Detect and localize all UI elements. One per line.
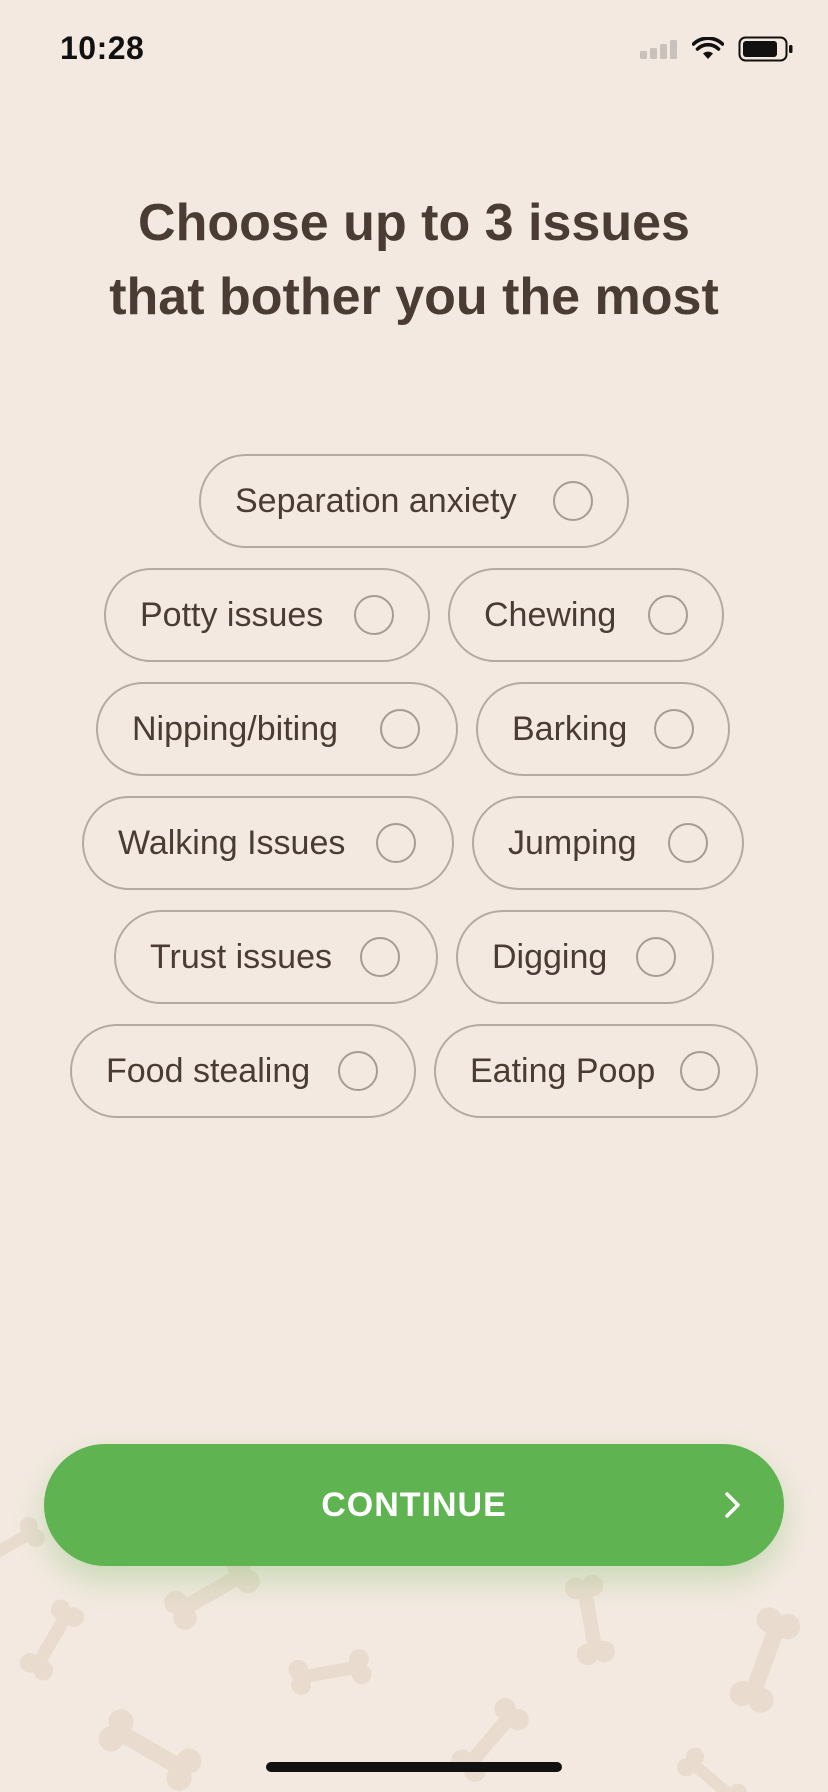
continue-button[interactable]: CONTINUE <box>44 1444 784 1566</box>
radio-circle-icon <box>654 709 694 749</box>
bone-icon <box>726 1603 804 1717</box>
bone-icon <box>563 1572 617 1668</box>
bone-icon <box>0 1513 49 1579</box>
radio-circle-icon <box>648 595 688 635</box>
status-time: 10:28 <box>60 30 145 66</box>
bone-icon <box>93 1704 207 1792</box>
option-digging[interactable]: Digging <box>456 910 714 1004</box>
page-title: Choose up to 3 issues that bother you th… <box>40 186 788 334</box>
page-title-line-1: Choose up to 3 issues <box>138 194 690 252</box>
bone-icon <box>16 1595 88 1685</box>
option-walking-issues[interactable]: Walking Issues <box>82 796 454 890</box>
radio-circle-icon <box>360 937 400 977</box>
option-eating-poop[interactable]: Eating Poop <box>434 1024 758 1118</box>
option-label: Trust issues <box>150 937 333 976</box>
wifi-icon <box>692 37 724 59</box>
bone-icon <box>446 1693 534 1787</box>
battery-icon <box>738 36 793 62</box>
option-trust-issues[interactable]: Trust issues <box>114 910 438 1004</box>
option-label: Jumping <box>508 823 637 862</box>
radio-circle-icon <box>376 823 416 863</box>
option-potty-issues[interactable]: Potty issues <box>104 568 430 662</box>
continue-button-label: CONTINUE <box>321 1485 507 1524</box>
cellular-signal-icon <box>640 40 677 59</box>
option-label: Potty issues <box>140 595 324 634</box>
option-label: Nipping/biting <box>132 709 339 748</box>
radio-circle-icon <box>338 1051 378 1091</box>
radio-circle-icon <box>553 481 593 521</box>
status-icons <box>640 36 794 62</box>
bone-icon <box>286 1647 374 1697</box>
option-jumping[interactable]: Jumping <box>472 796 744 890</box>
option-label: Separation anxiety <box>235 481 517 520</box>
home-indicator <box>266 1762 562 1772</box>
radio-circle-icon <box>380 709 420 749</box>
option-label: Food stealing <box>106 1051 311 1090</box>
radio-circle-icon <box>636 937 676 977</box>
option-label: Barking <box>512 709 628 748</box>
option-food-stealing[interactable]: Food stealing <box>70 1024 416 1118</box>
option-label: Digging <box>492 937 608 976</box>
radio-circle-icon <box>354 595 394 635</box>
option-barking[interactable]: Barking <box>476 682 730 776</box>
radio-circle-icon <box>668 823 708 863</box>
option-label: Walking Issues <box>118 823 346 862</box>
option-nipping-biting[interactable]: Nipping/biting <box>96 682 458 776</box>
option-chewing[interactable]: Chewing <box>448 568 724 662</box>
page-title-line-2: that bother you the most <box>109 268 719 326</box>
radio-circle-icon <box>680 1051 720 1091</box>
option-label: Eating Poop <box>470 1051 656 1090</box>
option-label: Chewing <box>484 595 617 634</box>
option-separation-anxiety[interactable]: Separation anxiety <box>199 454 629 548</box>
bone-icon <box>673 1743 751 1792</box>
status-bar: 10:28 <box>0 0 828 100</box>
chevron-right-icon <box>725 1492 740 1518</box>
